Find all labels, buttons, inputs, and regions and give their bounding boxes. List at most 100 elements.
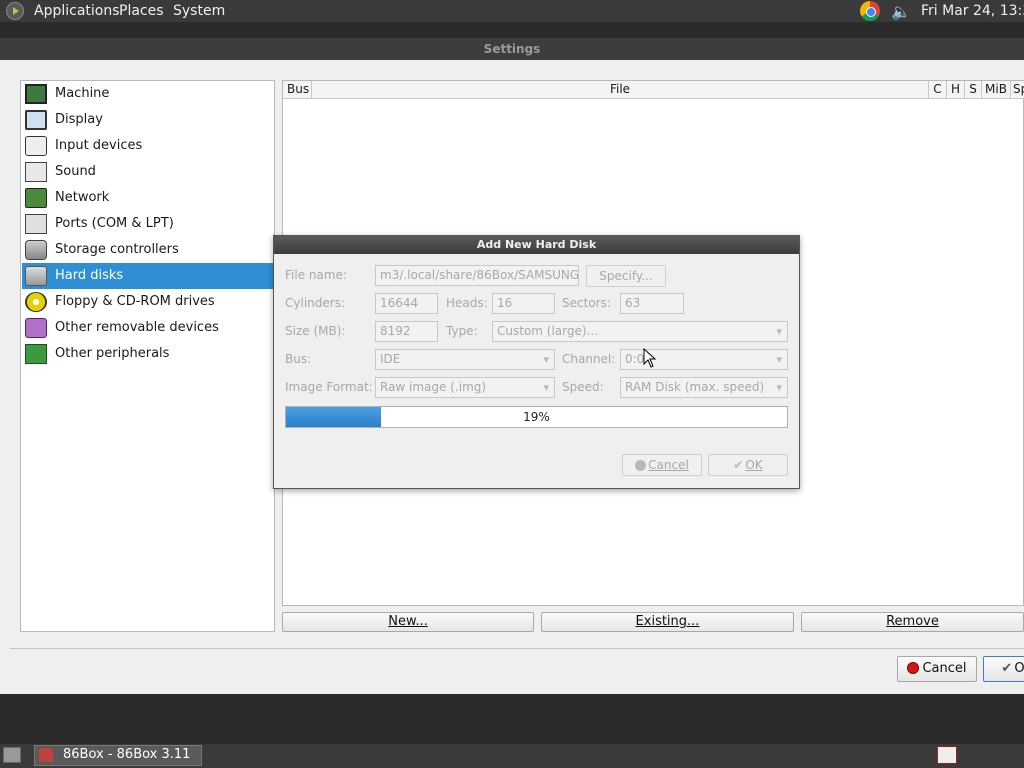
speed-label: Speed: <box>562 380 604 394</box>
dialog-cancel-label: Cancel <box>648 458 689 472</box>
tray-app-icon[interactable] <box>937 746 957 764</box>
image-format-label: Image Format: <box>285 380 373 394</box>
mouse-cursor-icon <box>643 348 657 368</box>
category-label: Network <box>55 190 110 205</box>
column-header-file[interactable]: File <box>312 81 929 98</box>
category-label: Other peripherals <box>55 346 170 361</box>
cancel-label: Cancel <box>922 661 967 676</box>
specify-button[interactable]: Specify... <box>586 265 666 287</box>
sound-icon <box>25 162 47 182</box>
category-item-other-peripherals[interactable]: Other peripherals <box>22 341 274 367</box>
new-disk-label: New... <box>388 614 428 629</box>
channel-label: Channel: <box>562 352 616 366</box>
floppy-cdrom-icon <box>25 292 47 312</box>
ok-check-icon: ✔ <box>733 458 744 472</box>
bus-select[interactable]: IDE <box>375 349 555 370</box>
remove-disk-label: Remove <box>886 614 939 629</box>
speed-select[interactable]: RAM Disk (max. speed) <box>620 377 788 398</box>
dialog-cancel-button[interactable]: Cancel <box>622 454 702 476</box>
type-label: Type: <box>446 324 478 338</box>
category-label: Ports (COM & LPT) <box>55 216 174 231</box>
category-item-storage-controllers[interactable]: Storage controllers <box>22 237 274 263</box>
file-name-input[interactable]: m3/.local/share/86Box/SAMSUNG <box>375 265 579 286</box>
add-hard-disk-dialog: Add New Hard Disk File name: m3/.local/s… <box>273 235 800 489</box>
cancel-icon <box>907 662 920 674</box>
cylinders-input[interactable]: 16644 <box>375 293 438 314</box>
dialog-ok-label: OK <box>745 458 763 472</box>
sectors-input[interactable]: 63 <box>620 293 684 314</box>
column-header-sectors[interactable]: S <box>965 81 982 98</box>
size-label: Size (MB): <box>285 324 346 338</box>
places-menu[interactable]: Places <box>119 3 164 19</box>
file-name-label: File name: <box>285 268 347 282</box>
image-format-select[interactable]: Raw image (.img) <box>375 377 555 398</box>
new-disk-button[interactable]: New... <box>282 612 534 632</box>
sectors-label: Sectors: <box>562 296 611 310</box>
category-item-network[interactable]: Network <box>22 185 274 211</box>
bus-label: Bus: <box>285 352 312 366</box>
cancel-button[interactable]: Cancel <box>897 656 977 682</box>
column-header-mib[interactable]: MiB <box>982 81 1011 98</box>
machine-icon <box>25 84 47 104</box>
category-item-floppy-cdrom[interactable]: Floppy & CD-ROM drives <box>22 289 274 315</box>
category-item-ports[interactable]: Ports (COM & LPT) <box>22 211 274 237</box>
dialog-titlebar[interactable]: Add New Hard Disk <box>274 236 799 254</box>
category-label: Other removable devices <box>55 320 219 335</box>
applications-menu[interactable]: Applications <box>34 3 120 19</box>
ok-button[interactable]: ✔ O <box>983 656 1024 682</box>
show-desktop-icon[interactable] <box>3 747 21 763</box>
taskbar-window-label: 86Box - 86Box 3.11 <box>63 747 191 762</box>
column-header-heads[interactable]: H <box>947 81 965 98</box>
network-icon <box>25 188 47 208</box>
category-label: Floppy & CD-ROM drives <box>55 294 215 309</box>
removable-devices-icon <box>25 318 47 338</box>
storage-controllers-icon <box>25 240 47 260</box>
window-titlebar[interactable]: Settings <box>0 38 1024 60</box>
category-label: Input devices <box>55 138 143 153</box>
chrome-icon[interactable] <box>860 1 880 21</box>
progress-text: 19% <box>523 410 550 424</box>
heads-label: Heads: <box>446 296 488 310</box>
system-menu[interactable]: System <box>173 3 225 19</box>
existing-disk-label: Existing... <box>635 614 700 629</box>
category-label: Machine <box>55 86 110 101</box>
cylinders-label: Cylinders: <box>285 296 345 310</box>
taskbar-window-button[interactable]: 86Box - 86Box 3.11 <box>34 745 202 766</box>
size-input[interactable]: 8192 <box>375 321 438 342</box>
category-item-machine[interactable]: Machine <box>22 81 274 107</box>
column-header-cylinders[interactable]: C <box>929 81 947 98</box>
category-list: Machine Display Input devices Sound Netw… <box>20 80 275 632</box>
volume-icon[interactable]: 🔈 <box>890 2 912 21</box>
ok-check-icon: ✔ <box>1001 661 1013 676</box>
category-item-hard-disks[interactable]: Hard disks <box>22 263 274 289</box>
gnome-menu-icon[interactable] <box>6 2 24 20</box>
category-item-display[interactable]: Display <box>22 107 274 133</box>
category-item-sound[interactable]: Sound <box>22 159 274 185</box>
ports-icon <box>25 214 47 234</box>
remove-disk-button[interactable]: Remove <box>801 612 1024 632</box>
peripherals-icon <box>25 344 47 364</box>
hard-disks-icon <box>25 266 47 286</box>
ok-label: O <box>1014 661 1024 676</box>
table-header: Bus File C H S MiB Sp <box>283 81 1024 99</box>
display-icon <box>25 110 47 130</box>
dialog-title: Add New Hard Disk <box>476 238 597 251</box>
category-item-removable-devices[interactable]: Other removable devices <box>22 315 274 341</box>
input-devices-icon <box>25 136 47 156</box>
top-panel: Applications Places System 🔈 Fri Mar 24,… <box>0 0 1024 22</box>
clock[interactable]: Fri Mar 24, 13:32 <box>921 3 1024 19</box>
progress-bar: 19% <box>285 406 788 428</box>
category-label: Hard disks <box>55 268 124 283</box>
column-header-speed[interactable]: Sp <box>1011 81 1024 98</box>
category-label: Sound <box>55 164 96 179</box>
category-label: Display <box>55 112 103 127</box>
column-header-bus[interactable]: Bus <box>283 81 312 98</box>
type-select[interactable]: Custom (large)... <box>492 321 788 342</box>
existing-disk-button[interactable]: Existing... <box>541 612 794 632</box>
cancel-icon <box>635 460 647 471</box>
heads-input[interactable]: 16 <box>492 293 555 314</box>
category-item-input-devices[interactable]: Input devices <box>22 133 274 159</box>
86box-icon <box>39 748 53 762</box>
category-label: Storage controllers <box>55 242 179 257</box>
dialog-ok-button[interactable]: ✔ OK <box>708 454 788 476</box>
